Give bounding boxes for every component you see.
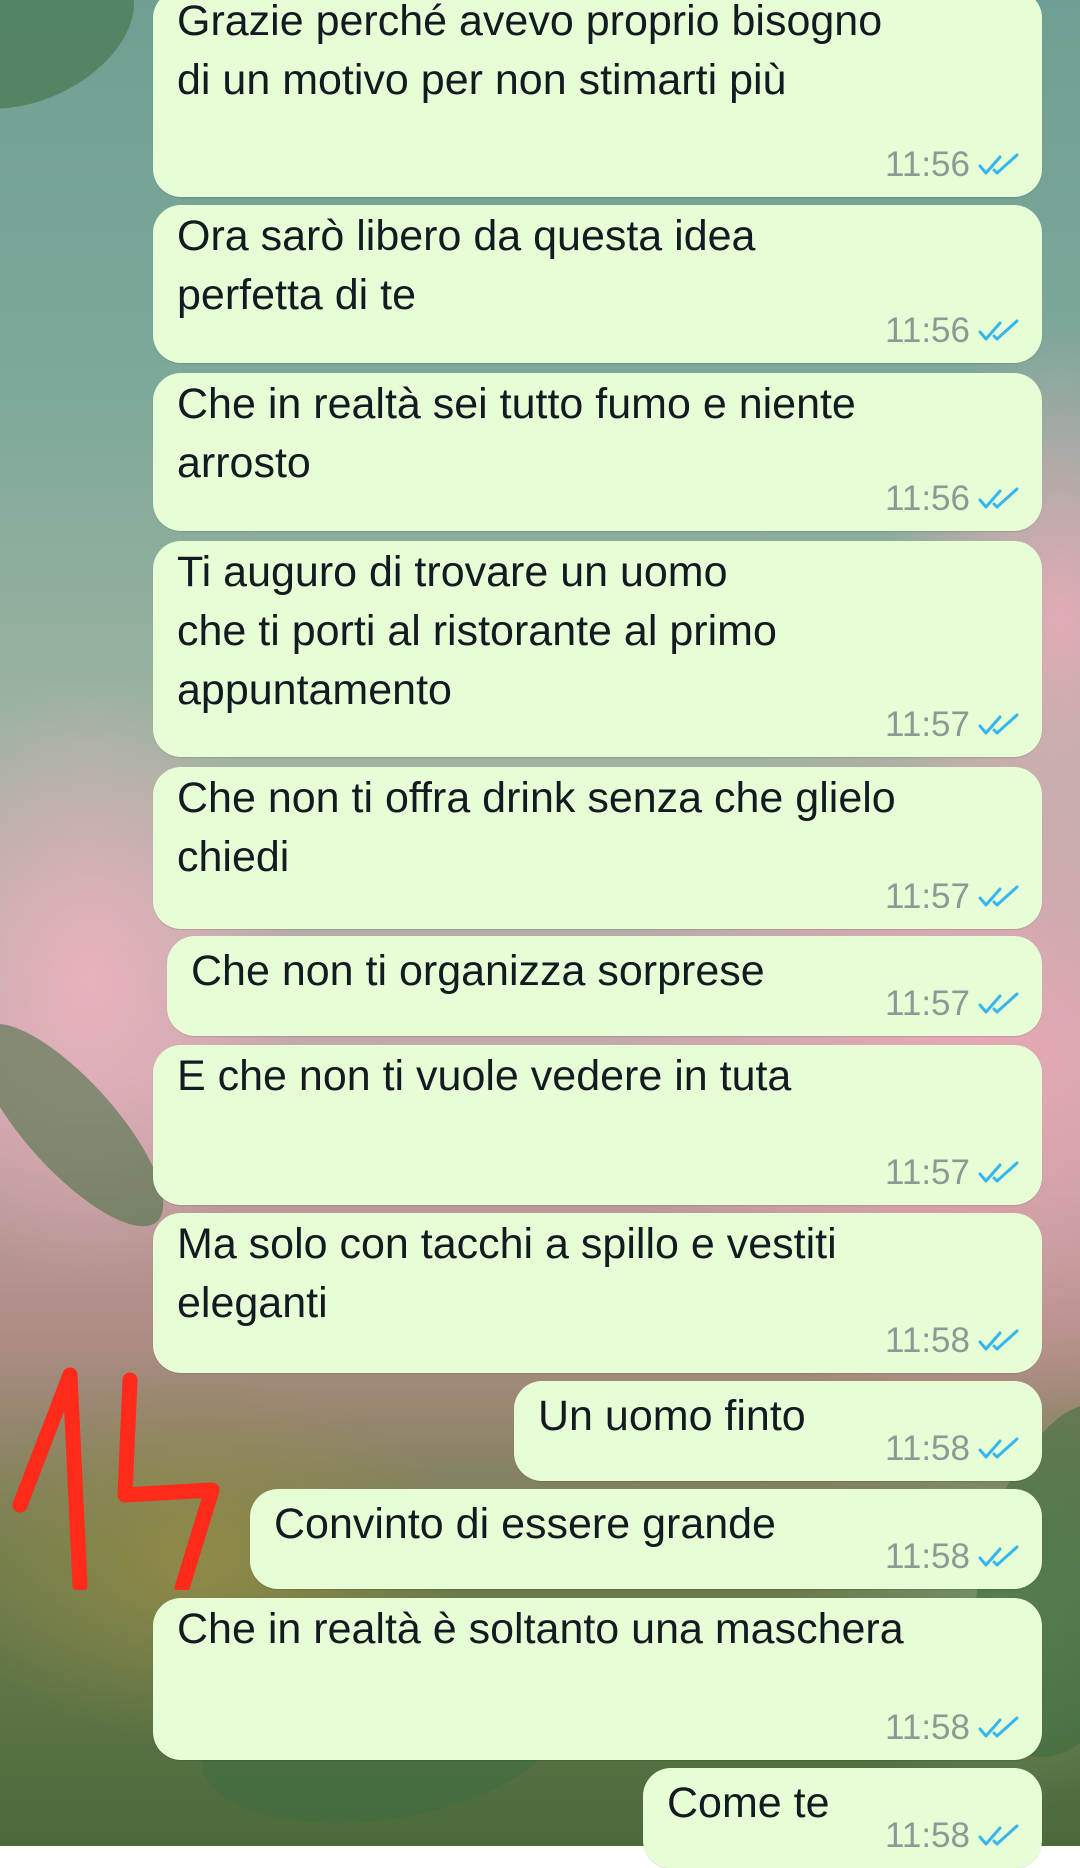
message-bubble[interactable]: Ma solo con tacchi a spillo e vestiti el…	[153, 1213, 1042, 1373]
read-double-check-icon	[978, 885, 1019, 907]
message-time: 11:58	[885, 1537, 970, 1576]
message-text: Ti auguro di trovare un uomo che ti port…	[177, 548, 777, 714]
read-double-check-icon	[978, 713, 1019, 735]
message-bubble[interactable]: Che in realtà è soltanto una maschera 11…	[153, 1598, 1042, 1760]
read-double-check-icon	[978, 153, 1019, 175]
message-time: 11:57	[885, 1153, 970, 1192]
message-text: Che in realtà sei tutto fumo e niente ar…	[177, 380, 856, 487]
message-meta: 11:57	[885, 984, 1020, 1024]
message-meta: 11:57	[885, 705, 1020, 745]
message-text: Ora sarò libero da questa idea perfetta …	[177, 212, 756, 319]
message-bubble[interactable]: Che non ti offra drink senza che glielo …	[153, 767, 1042, 929]
read-double-check-icon	[978, 992, 1019, 1014]
message-time: 11:57	[885, 877, 970, 916]
message-bubble[interactable]: Convinto di essere grande 11:58	[250, 1489, 1042, 1589]
message-text: Che non ti organizza sorprese	[191, 947, 765, 995]
message-text: Convinto di essere grande	[274, 1500, 776, 1548]
read-double-check-icon	[978, 1329, 1019, 1351]
message-meta: 11:56	[885, 145, 1020, 185]
read-double-check-icon	[978, 1545, 1019, 1567]
message-meta: 11:58	[885, 1708, 1020, 1748]
message-bubble[interactable]: Ora sarò libero da questa idea perfetta …	[153, 205, 1042, 363]
message-meta: 11:58	[885, 1429, 1020, 1469]
message-time: 11:57	[885, 705, 970, 744]
message-bubble[interactable]: Che non ti organizza sorprese 11:57	[167, 936, 1042, 1036]
message-bubble[interactable]: Grazie perché avevo proprio bisogno di u…	[153, 0, 1042, 197]
message-text: Grazie perché avevo proprio bisogno di u…	[177, 0, 883, 104]
message-text: Un uomo finto	[538, 1392, 806, 1440]
message-text: Ma solo con tacchi a spillo e vestiti el…	[177, 1220, 837, 1327]
message-time: 11:56	[885, 145, 970, 184]
message-meta: 11:58	[885, 1816, 1020, 1856]
message-bubble[interactable]: Ti auguro di trovare un uomo che ti port…	[153, 541, 1042, 757]
message-bubble[interactable]: Un uomo finto 11:58	[514, 1381, 1042, 1481]
message-time: 11:57	[885, 984, 970, 1023]
message-meta: 11:57	[885, 1153, 1020, 1193]
message-time: 11:56	[885, 479, 970, 518]
message-time: 11:58	[885, 1321, 970, 1360]
message-bubble[interactable]: Che in realtà sei tutto fumo e niente ar…	[153, 373, 1042, 531]
read-double-check-icon	[978, 319, 1019, 341]
read-double-check-icon	[978, 1161, 1019, 1183]
message-meta: 11:56	[885, 311, 1020, 351]
message-meta: 11:58	[885, 1537, 1020, 1577]
message-text: Che in realtà è soltanto una maschera	[177, 1605, 904, 1653]
message-meta: 11:56	[885, 479, 1020, 519]
read-double-check-icon	[978, 487, 1019, 509]
message-text: Che non ti offra drink senza che glielo …	[177, 774, 896, 881]
message-bubble[interactable]: E che non ti vuole vedere in tuta 11:57	[153, 1045, 1042, 1205]
message-meta: 11:57	[885, 877, 1020, 917]
message-bubble[interactable]: Come te 11:58	[643, 1768, 1042, 1868]
message-time: 11:56	[885, 311, 970, 350]
message-time: 11:58	[885, 1816, 970, 1855]
chat-list[interactable]: Grazie perché avevo proprio bisogno di u…	[0, 0, 1080, 1868]
message-time: 11:58	[885, 1708, 970, 1747]
message-time: 11:58	[885, 1429, 970, 1468]
read-double-check-icon	[978, 1824, 1019, 1846]
message-text: E che non ti vuole vedere in tuta	[177, 1052, 792, 1100]
message-text: Come te	[667, 1779, 830, 1827]
message-meta: 11:58	[885, 1321, 1020, 1361]
read-double-check-icon	[978, 1716, 1019, 1738]
read-double-check-icon	[978, 1437, 1019, 1459]
